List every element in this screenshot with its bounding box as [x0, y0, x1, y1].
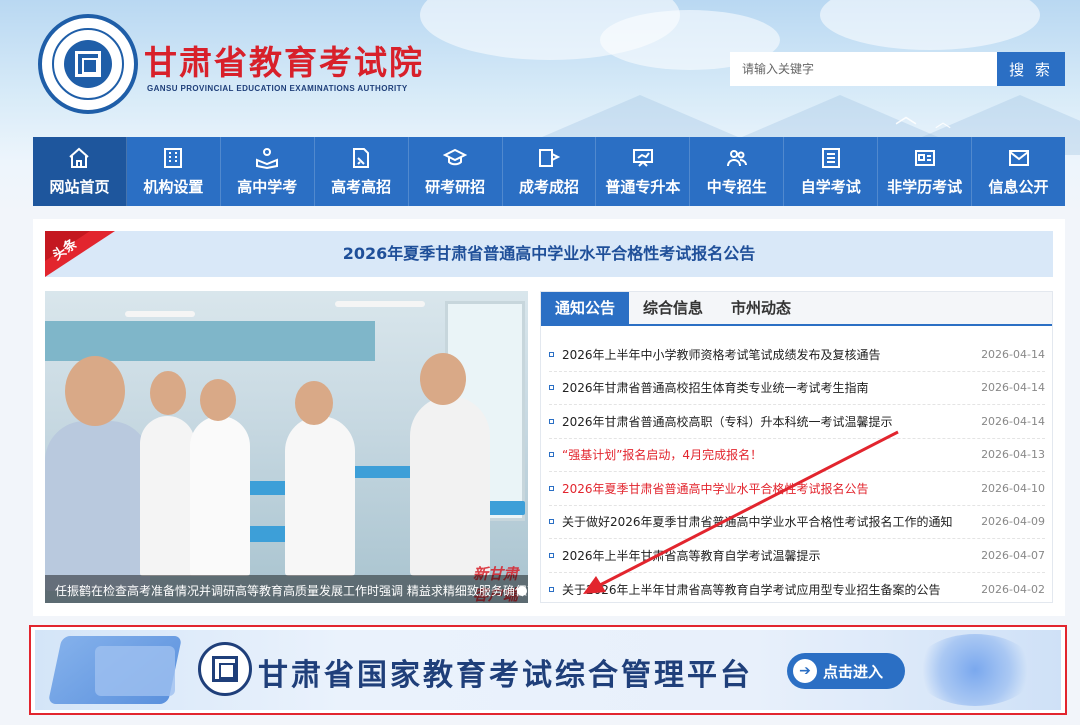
search-input[interactable]	[730, 52, 997, 86]
book-flag-icon	[537, 146, 561, 170]
main-nav: 网站首页 机构设置 高中学考 高考高招 研考研招 成考成招 普通专升本 中专招生…	[33, 137, 1065, 206]
platform-emblem-icon	[198, 642, 252, 696]
platform-title[interactable]: 甘肃省国家教育考试综合管理平台	[258, 650, 753, 694]
users-icon	[725, 146, 749, 170]
news-date: 2026-04-02	[981, 582, 1045, 596]
nav-item-organization[interactable]: 机构设置	[127, 137, 221, 206]
nav-label: 研考研招	[425, 178, 486, 196]
bullet-icon	[549, 485, 554, 491]
news-panel: 通知公告 综合信息 市州动态 2026年上半年中小学教师资格考试笔试成绩发布及复…	[540, 291, 1053, 603]
news-date: 2026-04-14	[981, 347, 1045, 361]
news-date: 2026-04-09	[981, 515, 1045, 529]
nav-label: 自学考试	[800, 178, 861, 196]
news-title[interactable]: 关于2026年上半年甘肃省高等教育自学考试应用型专业招生备案的公告	[562, 581, 981, 598]
news-item[interactable]: 2026年夏季甘肃省普通高中学业水平合格性考试报名公告 2026-04-10	[549, 472, 1045, 506]
arrow-right-icon: ➔	[793, 659, 817, 683]
news-title[interactable]: 2026年上半年甘肃省高等教育自学考试温馨提示	[562, 547, 981, 564]
photo-caption[interactable]: 任振鹤在检查高考准备情况并调研高等教育高质量发展工作时强调 精益求精细致服务确保…	[55, 582, 528, 599]
home-icon	[67, 146, 91, 170]
news-title[interactable]: 2026年甘肃省普通高校招生体育类专业统一考试考生指南	[562, 379, 981, 396]
news-item[interactable]: 关于做好2026年夏季甘肃省普通高中学业水平合格性考试报名工作的通知 2026-…	[549, 506, 1045, 539]
bullet-icon	[549, 385, 554, 391]
nav-item-self-study[interactable]: 自学考试	[784, 137, 879, 206]
document-pen-icon	[349, 146, 373, 170]
nav-item-upgrade-exam[interactable]: 普通专升本	[596, 137, 691, 206]
enter-platform-button[interactable]: ➔ 点击进入	[787, 653, 905, 689]
news-item[interactable]: 2026年甘肃省普通高校高职（专科）升本科统一考试温馨提示 2026-04-14	[549, 405, 1045, 439]
bullet-icon	[549, 586, 554, 592]
news-item[interactable]: 2026年甘肃省普通高校招生体育类专业统一考试考生指南 2026-04-14	[549, 372, 1045, 405]
news-date: 2026-04-13	[981, 448, 1045, 462]
building-icon	[161, 146, 185, 170]
nav-item-graduate-exam[interactable]: 研考研招	[409, 137, 503, 206]
nav-item-non-degree[interactable]: 非学历考试	[878, 137, 973, 206]
nav-item-high-school-exam[interactable]: 高中学考	[221, 137, 315, 206]
news-list: 2026年上半年中小学教师资格考试笔试成绩发布及复核通告 2026-04-14 …	[549, 338, 1045, 606]
bullet-icon	[549, 519, 554, 525]
bullet-icon	[549, 418, 554, 424]
site-logo-emblem[interactable]	[38, 14, 138, 114]
reading-icon	[255, 146, 279, 170]
bullet-icon	[549, 552, 554, 558]
bird-decoration-icon: ︿	[935, 112, 952, 131]
news-date: 2026-04-10	[981, 481, 1045, 495]
news-title[interactable]: 2026年夏季甘肃省普通高中学业水平合格性考试报名公告	[562, 480, 981, 497]
site-title[interactable]: 甘肃省教育考试院	[144, 36, 424, 84]
news-date: 2026-04-07	[981, 548, 1045, 562]
news-item[interactable]: 2026年上半年甘肃省高等教育自学考试温馨提示 2026-04-07	[549, 539, 1045, 573]
nav-label: 信息公开	[988, 178, 1049, 196]
news-title[interactable]: 关于做好2026年夏季甘肃省普通高中学业水平合格性考试报名工作的通知	[562, 513, 981, 530]
tab-notices[interactable]: 通知公告	[541, 292, 630, 324]
presentation-icon	[631, 146, 655, 170]
news-title[interactable]: 2026年上半年中小学教师资格考试笔试成绩发布及复核通告	[562, 346, 981, 363]
nav-label: 非学历考试	[887, 178, 963, 196]
news-photo-carousel[interactable]: 新甘肃客户端 任振鹤在检查高考准备情况并调研高等教育高质量发展工作时强调 精益求…	[45, 291, 528, 603]
carousel-dot[interactable]	[517, 586, 527, 596]
news-title[interactable]: “强基计划”报名启动，4月完成报名！	[562, 446, 981, 463]
platform-banner[interactable]: 甘肃省国家教育考试综合管理平台 ➔ 点击进入	[35, 630, 1061, 710]
nav-label: 中专招生	[706, 178, 767, 196]
nav-label: 网站首页	[49, 178, 110, 196]
nav-item-adult-exam[interactable]: 成考成招	[503, 137, 597, 206]
graduation-cap-icon	[443, 146, 468, 170]
nav-item-home[interactable]: 网站首页	[33, 137, 127, 206]
carousel-dots	[517, 586, 527, 596]
nav-item-gaokao[interactable]: 高考高招	[315, 137, 409, 206]
mail-icon	[1007, 146, 1031, 170]
nav-label: 机构设置	[143, 178, 204, 196]
nav-label: 高考高招	[331, 178, 392, 196]
nav-label: 普通专升本	[605, 178, 681, 196]
nav-item-disclosure[interactable]: 信息公开	[972, 137, 1065, 206]
nav-item-vocational[interactable]: 中专招生	[690, 137, 785, 206]
news-item[interactable]: 2026年上半年中小学教师资格考试笔试成绩发布及复核通告 2026-04-14	[549, 338, 1045, 372]
id-card-icon	[913, 146, 937, 170]
news-date: 2026-04-14	[981, 414, 1045, 428]
headline-link[interactable]: 2026年夏季甘肃省普通高中学业水平合格性考试报名公告	[45, 231, 1053, 277]
bird-decoration-icon: ︿	[895, 104, 918, 129]
enter-button-label: 点击进入	[823, 662, 884, 681]
news-title[interactable]: 2026年甘肃省普通高校高职（专科）升本科统一考试温馨提示	[562, 413, 981, 430]
news-date: 2026-04-14	[981, 381, 1045, 395]
site-subtitle: GANSU PROVINCIAL EDUCATION EXAMINATIONS …	[147, 84, 408, 93]
list-icon	[819, 146, 843, 170]
tab-general-info[interactable]: 综合信息	[629, 292, 717, 324]
bullet-icon	[549, 351, 554, 357]
news-tabs: 通知公告 综合信息 市州动态	[541, 292, 1052, 326]
nav-label: 高中学考	[237, 178, 298, 196]
news-item[interactable]: 关于2026年上半年甘肃省高等教育自学考试应用型专业招生备案的公告 2026-0…	[549, 573, 1045, 607]
bullet-icon	[549, 452, 554, 458]
nav-label: 成考成招	[518, 178, 579, 196]
news-item[interactable]: “强基计划”报名启动，4月完成报名！ 2026-04-13	[549, 439, 1045, 472]
tab-city-news[interactable]: 市州动态	[717, 292, 805, 324]
search-button[interactable]: 搜 索	[997, 52, 1065, 86]
